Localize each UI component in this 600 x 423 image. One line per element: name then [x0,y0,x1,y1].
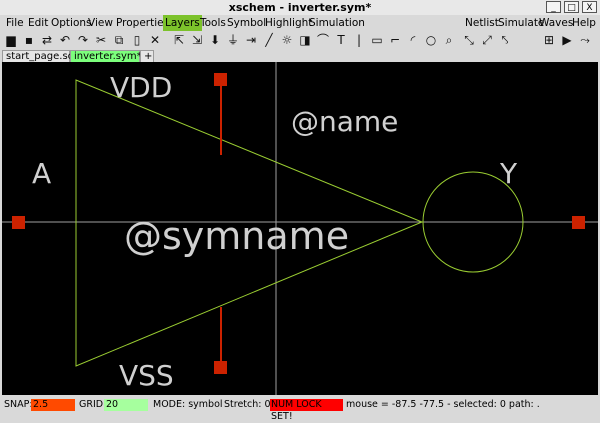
zoom-out-icon[interactable]: ⤣ [496,32,514,49]
zoom-icon[interactable]: ⌕ [440,32,458,49]
copy-icon[interactable]: ⧉ [110,32,128,49]
waves-icon[interactable]: ⤳ [576,32,594,49]
vss-label: VSS [119,359,174,392]
name-attribute-label: @name [291,105,398,138]
menu-edit[interactable]: Edit [26,15,50,31]
menu-tools[interactable]: Tools [198,15,228,31]
output-pin-y[interactable] [572,216,585,229]
xschem-window: xschem - inverter.sym* _ □ X File Edit O… [0,0,600,422]
vdd-label: VDD [110,71,172,104]
minimize-button[interactable]: _ [546,1,561,13]
menu-symbol[interactable]: Symbol [225,15,268,31]
wire-icon[interactable]: ╱ [260,32,278,49]
pin-a-label: A [32,157,51,190]
zoom-in-icon[interactable]: ⤢ [478,32,496,49]
mouse-status: mouse = -87.5 -77.5 - selected: 0 path: … [346,399,540,410]
menu-view[interactable]: View [86,15,115,31]
ascend-icon[interactable]: ⇲ [188,32,206,49]
tab-inverter-sym[interactable]: inverter.sym* [70,50,142,62]
descend-icon[interactable]: ⬇ [206,32,224,49]
polygon-icon[interactable]: ⌐ [386,32,404,49]
undo-icon[interactable]: ↶ [56,32,74,49]
mode-status: MODE: symbol [153,399,223,410]
cut-icon[interactable]: ✂ [92,32,110,49]
circle-icon[interactable]: ○ [422,32,440,49]
delete-icon[interactable]: ✕ [146,32,164,49]
line-icon[interactable]: | [350,32,368,49]
numlock-badge: NUM LOCK SET! [270,399,343,422]
tab-start-page[interactable]: start_page.sch [2,50,80,62]
pin-icon[interactable]: ☼ [278,32,296,49]
tab-bar: start_page.sch inverter.sym* + [0,50,600,62]
arc-icon[interactable]: ◜ [404,32,422,49]
menu-bar: File Edit Options View Properties Layers… [0,15,600,31]
close-button[interactable]: X [582,1,597,13]
snap-label: SNAP: [4,399,33,410]
input-pin-a[interactable] [12,216,25,229]
grid-value[interactable]: 20 [104,399,148,411]
symbol-drawing: VDD @name A Y @symname VSS [2,62,598,395]
status-bar: SNAP: 2.5 GRID: 20 MODE: symbol Stretch:… [0,396,600,422]
window-controls: _ □ X [546,1,597,13]
grid-label: GRID: [79,399,107,410]
window-title: xschem - inverter.sym* [228,1,372,14]
new-tab-button[interactable]: + [140,50,154,62]
redo-icon[interactable]: ↷ [74,32,92,49]
pin-y-label: Y [499,157,518,190]
toolbar: ▆ ▪ ⇄ ↶ ↷ ✂ ⧉ ▯ ✕ ⇱ ⇲ ⬇ ⏚ ⇥ ╱ ☼ ◨ ⌒ T | … [0,31,600,50]
simulate-icon[interactable]: ▶ [558,32,576,49]
open-folder-icon[interactable]: ▆ [2,32,20,49]
menu-help[interactable]: Help [570,15,598,31]
reload-icon[interactable]: ⇄ [38,32,56,49]
copy-page-icon[interactable]: ▯ [128,32,146,49]
maximize-button[interactable]: □ [564,1,579,13]
label-icon[interactable]: ◨ [296,32,314,49]
stretch-status: Stretch: 0 [224,399,271,410]
zoom-fit-icon[interactable]: ⤡ [460,32,478,49]
menu-layers[interactable]: Layers [163,15,202,31]
schematic-canvas[interactable]: VDD @name A Y @symname VSS [2,62,598,395]
text-icon[interactable]: T [332,32,350,49]
symname-label: @symname [124,214,349,258]
netlist-icon[interactable]: ⊞ [540,32,558,49]
rect-icon[interactable]: ▭ [368,32,386,49]
snap-value[interactable]: 2.5 [31,399,75,411]
probe-icon[interactable]: ⌒ [314,32,332,49]
title-bar: xschem - inverter.sym* _ □ X [0,0,600,16]
menu-simulation[interactable]: Simulation [307,15,367,31]
save-icon[interactable]: ▪ [20,32,38,49]
menu-file[interactable]: File [4,15,26,31]
move-icon[interactable]: ⇱ [170,32,188,49]
push-icon[interactable]: ⇥ [242,32,260,49]
vss-pin[interactable] [214,361,227,374]
vdd-pin[interactable] [214,73,227,86]
duplicate-icon[interactable]: ⏚ [224,32,242,49]
